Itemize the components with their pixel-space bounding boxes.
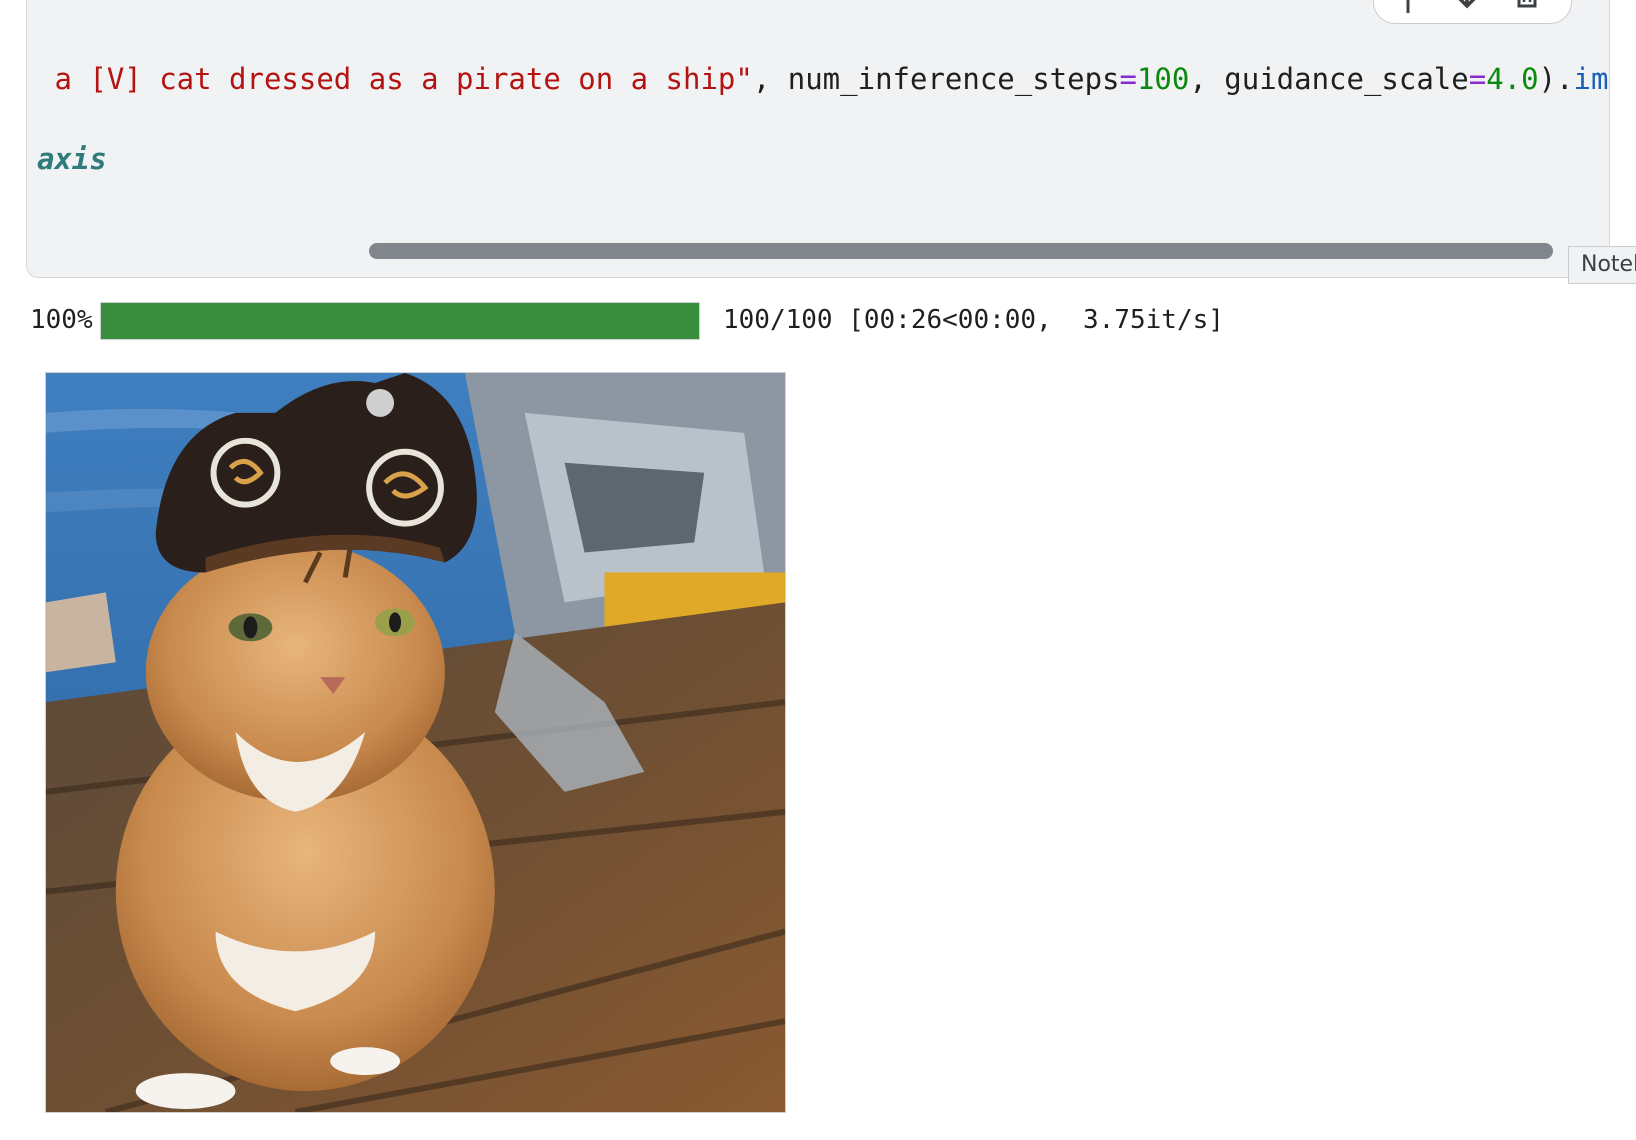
progress-bar-fill [101,303,699,339]
images-attribute: images [1574,62,1611,96]
param-guidance-name: guidance_scale [1224,62,1468,96]
code-line-1[interactable]:  a [V] cat dressed as a pirate on a shi… [37,59,1610,99]
generated-cat-pirate-image [45,372,786,1113]
close-paren: ). [1539,62,1574,96]
equals-sign: = [1469,62,1486,96]
cell-toolbar [1373,0,1572,24]
horizontal-scrollbar[interactable] [369,243,1553,259]
param-guidance-value: 4.0 [1486,62,1538,96]
arrow-down-icon[interactable] [1452,0,1482,13]
code-line-2[interactable]: axis [37,139,107,179]
prompt-string:  a [V] cat dressed as a pirate on a shi… [37,62,753,96]
code-cell[interactable]:  a [V] cat dressed as a pirate on a shi… [26,0,1610,278]
comma: , [1189,62,1224,96]
progress-bar [100,302,700,340]
axis-keyword: axis [37,142,107,176]
cat-pirate-illustration [46,373,785,1112]
equals-sign: = [1120,62,1137,96]
notebook-side-tab[interactable]: Notebook [1568,246,1636,284]
progress-percent: 100% [30,300,93,340]
comma: , [753,62,788,96]
progress-stats: 100/100 [00:26<00:00, 3.75it/s] [723,300,1224,340]
param-steps-name: num_inference_steps [788,62,1120,96]
delete-icon[interactable] [1512,0,1542,13]
arrow-up-icon[interactable] [1393,0,1423,13]
param-steps-value: 100 [1137,62,1189,96]
